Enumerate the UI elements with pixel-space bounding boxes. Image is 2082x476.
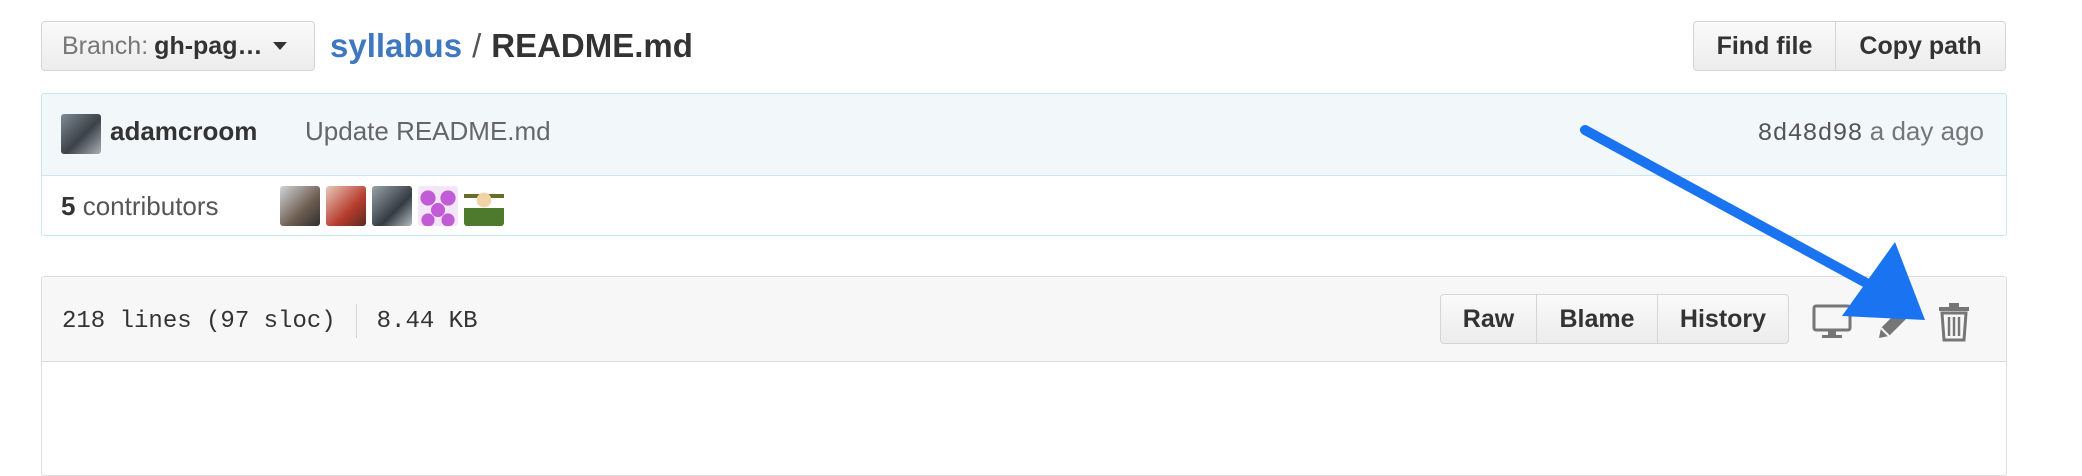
avatar[interactable] [61, 114, 101, 154]
avatar[interactable] [464, 186, 504, 226]
latest-commit-bar: adamcroom Update README.md 8d48d98 a day… [42, 94, 2006, 176]
file-header: 218 lines (97 sloc) 8.44 KB Raw Blame Hi… [42, 277, 2006, 362]
commit-meta: 8d48d98 a day ago [1758, 116, 1984, 148]
contributors-label: contributors [82, 191, 219, 221]
contributor-avatars [280, 186, 504, 226]
breadcrumb-separator: / [472, 27, 482, 64]
branch-select-button[interactable]: Branch: gh-pag… [41, 21, 315, 71]
chevron-down-icon [272, 42, 287, 50]
commit-sha-link[interactable]: 8d48d98 [1758, 119, 1863, 148]
divider [355, 304, 357, 338]
pencil-icon[interactable] [1875, 302, 1915, 342]
contributors-link[interactable]: 5 contributors [61, 191, 219, 222]
contributors-row: 5 contributors [42, 176, 2006, 235]
find-file-button[interactable]: Find file [1693, 21, 1836, 71]
branch-name: gh-pag… [154, 31, 263, 60]
breadcrumb-file-name: README.md [491, 27, 693, 64]
copy-path-button[interactable]: Copy path [1836, 21, 2006, 71]
avatar[interactable] [372, 186, 412, 226]
file-size: 8.44 KB [376, 307, 478, 335]
file-nav-button-group: Find file Copy path [1693, 21, 2006, 71]
breadcrumb-repo-link[interactable]: syllabus [330, 27, 462, 65]
avatar[interactable] [418, 186, 458, 226]
commit-author-link[interactable]: adamcroom [110, 116, 257, 147]
branch-label: Branch: [62, 31, 149, 60]
avatar[interactable] [326, 186, 366, 226]
file-action-button-group: Raw Blame History [1440, 294, 1789, 344]
commit-tease-box: adamcroom Update README.md 8d48d98 a day… [41, 93, 2007, 236]
history-button[interactable]: History [1658, 294, 1789, 344]
blame-button[interactable]: Blame [1537, 294, 1658, 344]
raw-button[interactable]: Raw [1440, 294, 1537, 344]
avatar[interactable] [280, 186, 320, 226]
desktop-icon[interactable] [1812, 304, 1852, 340]
commit-message-link[interactable]: Update README.md [305, 116, 551, 147]
file-box: 218 lines (97 sloc) 8.44 KB Raw Blame Hi… [41, 276, 2007, 476]
file-info: 218 lines (97 sloc) 8.44 KB [62, 304, 477, 338]
trash-icon[interactable] [1937, 302, 1971, 342]
file-line-count: 218 lines (97 sloc) [62, 307, 336, 335]
commit-time: a day ago [1869, 116, 1984, 146]
contributors-count: 5 [61, 191, 76, 221]
breadcrumb: syllabus / README.md [330, 22, 693, 70]
